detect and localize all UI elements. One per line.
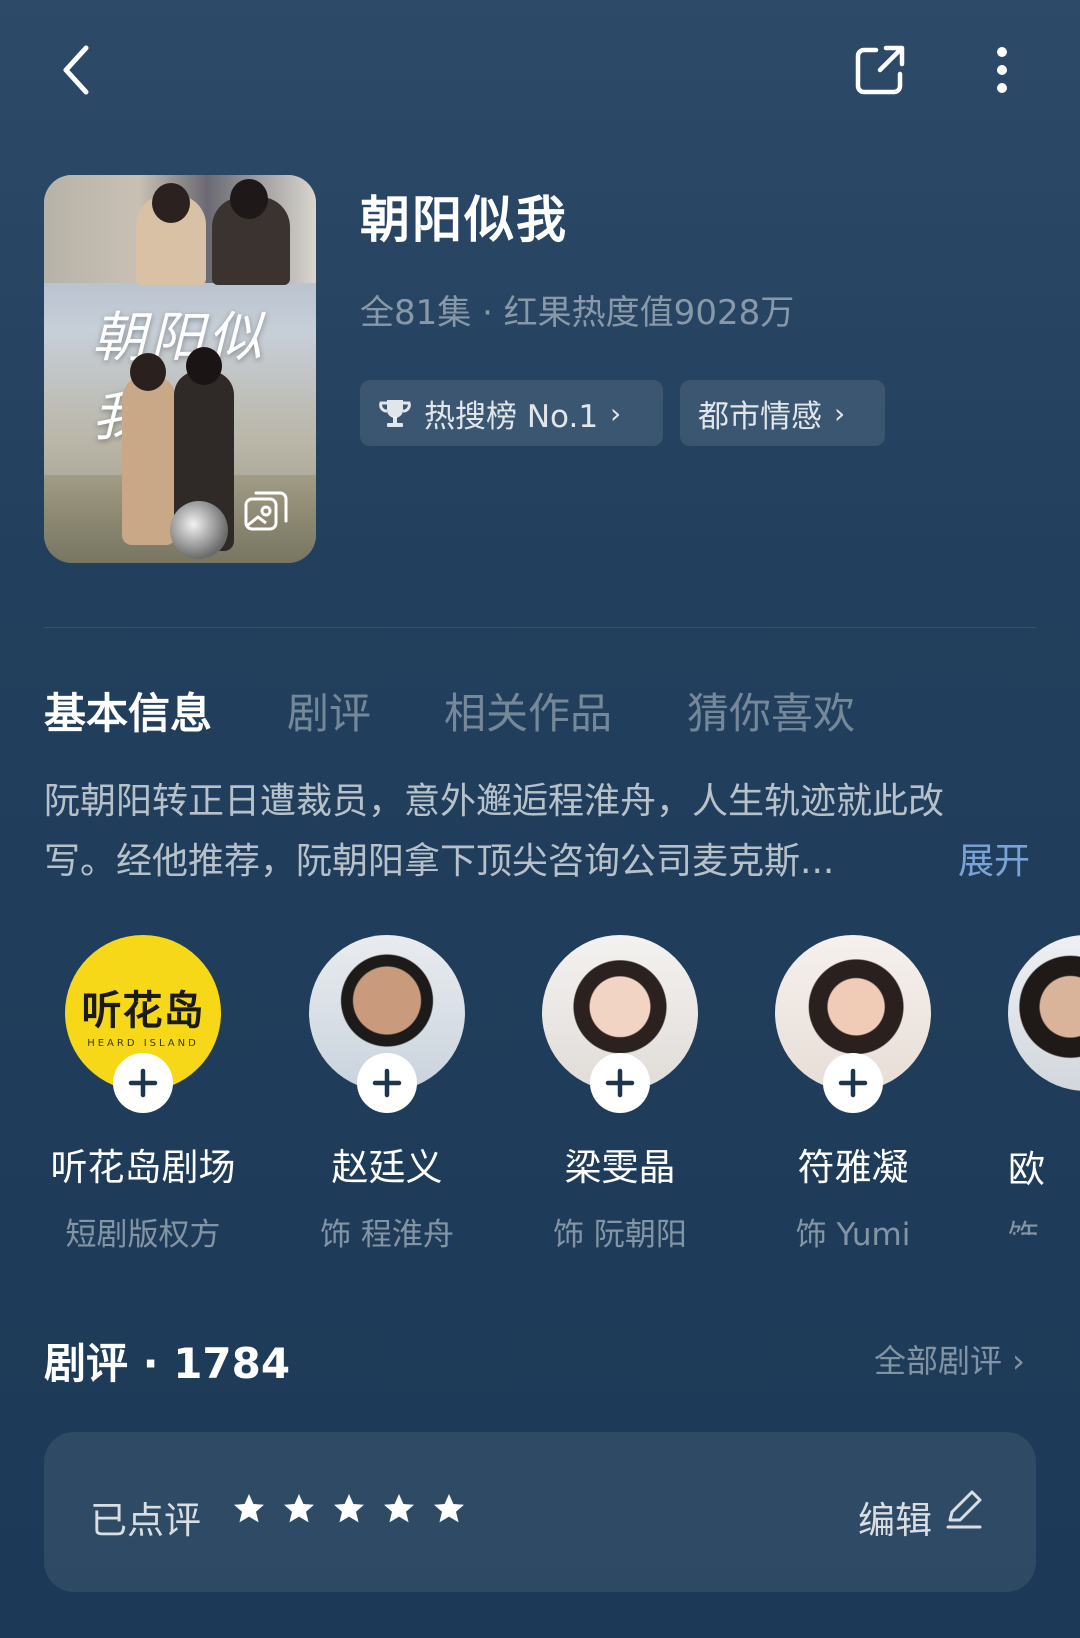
tab-recommendations[interactable]: 猜你喜欢 [687,680,855,741]
producer-logo-sub: HEARD ISLAND [87,1037,199,1049]
genre-label: 都市情感 [698,398,822,435]
gallery-icon [244,491,288,531]
expand-synopsis-link[interactable]: 展开 [958,832,1030,884]
all-reviews-link[interactable]: 全部剧评 › [874,1336,1025,1382]
follow-button[interactable] [357,1053,417,1113]
back-button[interactable] [56,40,104,100]
drama-title: 朝阳似我 [360,191,568,249]
plus-icon [838,1068,868,1098]
synopsis: 阮朝阳转正日遭裁员，意外邂逅程淮舟，人生轨迹就此改 写。经他推荐，阮朝阳拿下顶尖… [44,772,944,892]
follow-button[interactable] [590,1053,650,1113]
star-icon [334,1494,364,1523]
cast-name: 听花岛剧场 [50,1146,236,1189]
star-icon [234,1494,264,1523]
hot-search-rank-chip[interactable]: 热搜榜 No.1 › [360,380,663,446]
tab-reviews[interactable]: 剧评 [287,680,371,741]
cast-role: 短剧版权方 [65,1217,221,1253]
follow-button[interactable] [823,1053,883,1113]
genre-chip[interactable]: 都市情感 › [680,380,885,446]
reviews-section-title: 剧评 · 1784 [44,1339,291,1388]
cast-item[interactable]: 赵廷义 饰 程淮舟 [282,935,492,1254]
plus-icon [372,1068,402,1098]
cast-role: 饰 程淮舟 [320,1217,454,1253]
trophy-icon [379,400,411,427]
drama-poster[interactable]: 朝阳似我 [44,175,316,563]
poster-figure-head [230,179,268,219]
share-icon [855,45,905,95]
tab-related-works[interactable]: 相关作品 [444,680,612,741]
chevron-right-icon: › [834,396,846,430]
cast-name: 欧 [1008,1148,1045,1191]
cast-item[interactable]: 符雅凝 饰 Yumi [748,935,958,1254]
share-button[interactable] [852,42,908,98]
producer-logo-text: 听花岛 [81,987,205,1034]
follow-button[interactable] [113,1053,173,1113]
cast-item[interactable]: 梁雯晶 饰 阮朝阳 [515,935,725,1254]
poster-figure-head [152,183,190,223]
star-icon [434,1494,464,1523]
poster-dog [170,501,228,559]
cast-item-partial[interactable]: 欧 饰 [1008,935,1080,1235]
cast-role: 饰 [1008,1211,1080,1235]
more-button[interactable] [980,40,1024,100]
poster-figure-head [130,353,166,391]
cast-name: 梁雯晶 [564,1146,676,1189]
cast-item[interactable]: 听花岛 HEARD ISLAND 听花岛剧场 短剧版权方 [38,935,248,1254]
reviewed-label: 已点评 [90,1499,201,1542]
tab-basic-info[interactable]: 基本信息 [44,680,212,741]
chevron-right-icon: › [610,396,622,430]
cast-name: 符雅凝 [797,1146,909,1189]
plus-icon [128,1068,158,1098]
star-icon [384,1494,414,1523]
poster-figure-head [186,347,222,385]
edit-review-button[interactable]: 编辑 [858,1490,932,1544]
synopsis-line: 阮朝阳转正日遭裁员，意外邂逅程淮舟，人生轨迹就此改 [44,781,945,822]
cast-role: 饰 Yumi [795,1217,911,1253]
poster-figure [122,375,176,545]
divider [44,627,1036,628]
more-icon [997,47,1007,93]
cast-avatar [1008,935,1080,1091]
rating-stars[interactable] [232,1492,466,1526]
cast-name: 赵廷义 [331,1146,443,1189]
drama-meta: 全81集 · 红果热度值9028万 [360,293,795,333]
star-icon [284,1494,314,1523]
hot-search-rank-label: 热搜榜 No.1 [424,398,599,435]
cast-role: 饰 阮朝阳 [553,1217,687,1253]
back-icon [63,45,89,95]
pencil-icon[interactable] [944,1488,984,1530]
synopsis-line: 写。经他推荐，阮朝阳拿下顶尖咨询公司麦克斯... [44,841,835,882]
plus-icon [605,1068,635,1098]
